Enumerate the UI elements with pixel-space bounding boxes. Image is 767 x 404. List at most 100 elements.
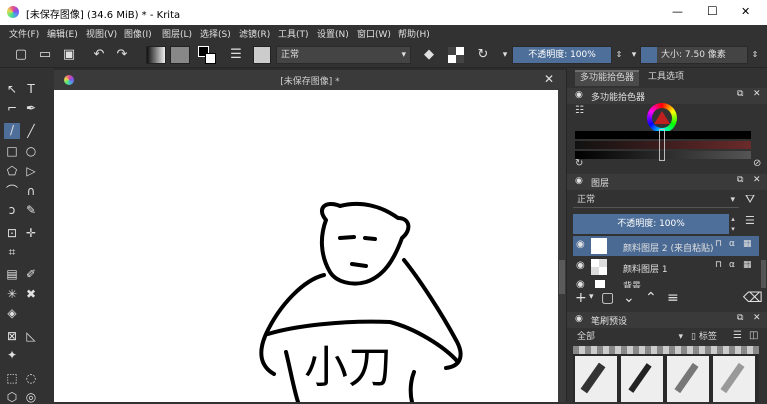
freehand-path-icon[interactable]: ∩ <box>24 184 38 198</box>
size-slider[interactable]: 大小: 7.50 像素 <box>640 46 748 64</box>
reference-tool-icon[interactable]: ✦ <box>5 348 19 362</box>
docker-lock-icon[interactable]: ◉ <box>575 90 583 100</box>
docker-lock-icon[interactable]: ◉ <box>575 176 583 186</box>
fg-bg-color-icon[interactable] <box>198 46 216 64</box>
docker-lock-icon[interactable]: ◉ <box>575 314 583 324</box>
brush-options-icon[interactable]: ◫ <box>749 330 758 341</box>
inherit-alpha-icon[interactable]: ▦ <box>743 260 752 270</box>
move-tool-icon[interactable]: ✛ <box>24 226 38 240</box>
close-docker-icon[interactable]: ✕ <box>753 313 761 323</box>
minimize-button[interactable]: — <box>672 5 683 18</box>
layer-opacity-slider[interactable]: 不透明度: 100% <box>573 214 729 234</box>
brush-preset-tile[interactable] <box>621 356 663 402</box>
menu-select[interactable]: 选择(S) <box>200 27 231 40</box>
calligraphy-icon[interactable]: ✒ <box>24 101 38 115</box>
layers-menu-icon[interactable]: ☰ <box>745 214 755 227</box>
brush-preset-tile[interactable] <box>667 356 709 402</box>
blend-mode-select[interactable]: 正常 ▾ <box>276 46 411 64</box>
alpha-lock-icon[interactable] <box>448 47 464 63</box>
menu-filter[interactable]: 滤镜(R) <box>239 27 270 40</box>
document-tab[interactable]: [未保存图像] * ✕ <box>54 70 566 90</box>
float-docker-icon[interactable]: ⧉ <box>737 175 743 185</box>
new-document-icon[interactable]: ▢ <box>13 47 29 63</box>
color-picker-icon[interactable]: ✐ <box>24 267 38 281</box>
alpha-icon[interactable]: α <box>729 239 735 249</box>
float-docker-icon[interactable]: ⧉ <box>737 313 743 323</box>
brush-view-menu-icon[interactable]: ☰ <box>733 330 742 341</box>
opacity-slider[interactable]: 不透明度: 100% <box>512 46 612 64</box>
measure-tool-icon[interactable]: ◺ <box>24 329 38 343</box>
opacity-spin-icon[interactable]: ⇕ <box>611 47 627 63</box>
visibility-eye-icon[interactable]: ◉ <box>576 260 585 271</box>
menu-layer[interactable]: 图层(L) <box>162 27 192 40</box>
open-folder-icon[interactable]: ▭ <box>37 47 53 63</box>
redo-icon[interactable]: ↷ <box>114 47 130 63</box>
layer-row[interactable]: ◉ 背景 <box>573 278 759 288</box>
float-docker-icon[interactable]: ⧉ <box>737 89 743 99</box>
layer-properties-icon[interactable]: ≡ <box>667 290 679 306</box>
filter-icon[interactable]: ⛛ <box>745 192 755 207</box>
menu-view[interactable]: 视图(V) <box>86 27 117 40</box>
chevron-down-icon[interactable]: ▾ <box>589 292 594 302</box>
close-docker-icon[interactable]: ✕ <box>753 89 761 99</box>
brush-filter-select[interactable]: 全部 ▾ <box>573 330 685 344</box>
brush-preset-tile[interactable] <box>575 356 617 402</box>
rect-select-icon[interactable]: ⬚ <box>5 371 19 385</box>
transform-tool-icon[interactable]: ⊡ <box>5 226 19 240</box>
brush-preset-icon[interactable] <box>253 46 271 64</box>
add-layer-icon[interactable]: + <box>575 290 587 306</box>
menu-help[interactable]: 帮助(H) <box>398 27 430 40</box>
reload-preset-icon[interactable]: ↻ <box>475 47 491 63</box>
brush-settings-icon[interactable]: ☰ <box>228 47 244 63</box>
layers-scrollbar[interactable] <box>761 260 766 288</box>
fill-tool-icon[interactable]: ◈ <box>5 306 19 320</box>
close-window-button[interactable]: ✕ <box>741 5 750 18</box>
bezier-tool-icon[interactable]: ⌒ <box>5 184 19 198</box>
move-layer-down-icon[interactable]: ⌄ <box>623 290 635 306</box>
text-tool-icon[interactable]: T <box>24 82 38 96</box>
tab-advanced-color-selector[interactable]: 多功能拾色器 <box>575 70 639 86</box>
chevron-down-icon[interactable]: ▾ <box>497 47 513 63</box>
layer-opacity-spin-icon[interactable]: ▴ ▾ <box>729 214 737 234</box>
brush-tag-button[interactable]: ▯ 标签 <box>691 330 717 344</box>
close-document-icon[interactable]: ✕ <box>544 72 554 86</box>
brush-preset-tile[interactable] <box>713 356 755 402</box>
vertical-scrollbar[interactable] <box>558 90 566 402</box>
assistant-tool-icon[interactable]: ⊠ <box>5 329 19 343</box>
alpha-icon[interactable]: α <box>729 260 735 270</box>
polyline-tool-icon[interactable]: ▷ <box>24 164 38 178</box>
inherit-alpha-icon[interactable]: ▦ <box>743 239 752 249</box>
menu-image[interactable]: 图像(I) <box>124 27 152 40</box>
drawing-canvas[interactable]: 小刀 <box>54 90 558 402</box>
ellipse-tool-icon[interactable]: ○ <box>24 144 38 158</box>
edit-shapes-icon[interactable]: ⌐ <box>5 101 19 115</box>
menu-tools[interactable]: 工具(T) <box>278 27 309 40</box>
save-icon[interactable]: ▣ <box>61 47 77 63</box>
select-shapes-icon[interactable]: ↖ <box>5 82 19 96</box>
freehand-brush-icon[interactable]: / <box>4 123 20 139</box>
size-spin-icon[interactable]: ⇕ <box>747 47 763 63</box>
polygon-tool-icon[interactable]: ⬠ <box>5 164 19 178</box>
menu-settings[interactable]: 设置(N) <box>317 27 349 40</box>
multibrush-icon[interactable]: ✎ <box>24 203 38 217</box>
visibility-eye-icon[interactable]: ◉ <box>576 279 585 288</box>
delete-layer-icon[interactable]: ⌫ <box>743 290 763 306</box>
lock-icon[interactable]: ⊓ <box>715 260 722 270</box>
gradient-swatch[interactable] <box>146 46 166 64</box>
refresh-icon[interactable]: ↻ <box>575 158 583 169</box>
menu-edit[interactable]: 编辑(E) <box>47 27 78 40</box>
visibility-eye-icon[interactable]: ◉ <box>576 239 585 250</box>
menu-file[interactable]: 文件(F) <box>9 27 39 40</box>
layer-blend-mode-select[interactable]: 正常 ▾ <box>573 192 739 208</box>
duplicate-layer-icon[interactable]: ▢ <box>601 290 614 306</box>
dynamic-brush-icon[interactable]: ↄ <box>5 203 19 217</box>
gradient-tool-icon[interactable]: ▤ <box>5 267 19 281</box>
rectangle-tool-icon[interactable]: □ <box>5 144 19 158</box>
lock-icon[interactable]: ⊓ <box>715 239 722 249</box>
maximize-button[interactable]: ☐ <box>707 4 718 18</box>
colorize-mask-icon[interactable]: ✖ <box>24 287 38 301</box>
color-selector-menu-icon[interactable]: ☷ <box>575 105 584 116</box>
crop-tool-icon[interactable]: ⌗ <box>5 245 19 259</box>
move-layer-up-icon[interactable]: ⌃ <box>645 290 657 306</box>
layer-row[interactable]: ◉ 颜料图层 1 ⊓ α ▦ <box>573 257 759 277</box>
